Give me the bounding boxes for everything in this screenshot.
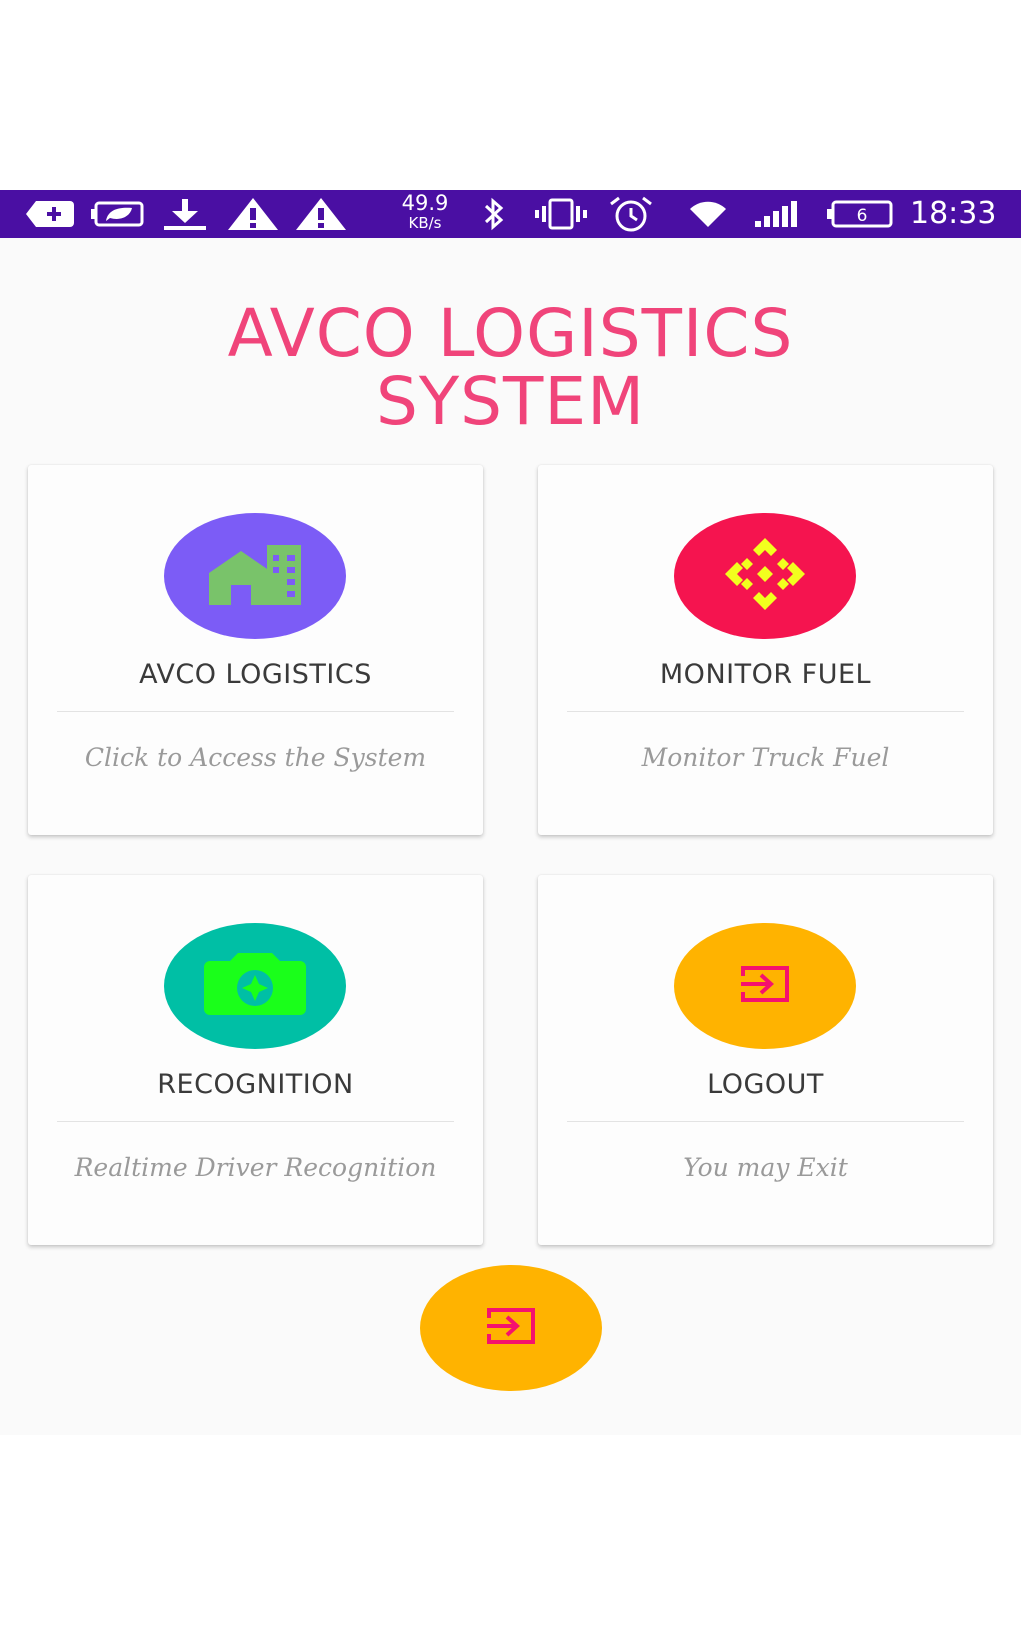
card-icon-circle bbox=[164, 513, 346, 639]
card-subtitle: Realtime Driver Recognition bbox=[74, 1153, 437, 1182]
card-icon-circle bbox=[674, 513, 856, 639]
clock: 18:33 bbox=[910, 196, 997, 231]
building-icon bbox=[207, 541, 303, 611]
bluetooth-icon bbox=[477, 190, 511, 238]
page-title: AVCO LOGISTICS SYSTEM bbox=[0, 300, 1021, 436]
logout-fab-button[interactable] bbox=[420, 1265, 602, 1391]
page-title-line-1: AVCO LOGISTICS bbox=[227, 295, 794, 372]
card-subtitle: Click to Access the System bbox=[84, 743, 427, 772]
network-speed-value: 49.9 bbox=[401, 191, 449, 215]
vibrate-icon bbox=[532, 190, 590, 238]
alarm-icon bbox=[606, 190, 656, 238]
page-title-line-2: SYSTEM bbox=[375, 363, 646, 440]
card-divider bbox=[567, 1121, 964, 1122]
download-icon bbox=[158, 190, 212, 238]
home-screen: AVCO LOGISTICS SYSTEM AVCO LOGISTICS Cli… bbox=[0, 238, 1021, 1435]
battery-icon: 6 bbox=[824, 190, 894, 238]
wifi-icon bbox=[686, 190, 730, 238]
card-monitor-fuel[interactable]: MONITOR FUEL Monitor Truck Fuel bbox=[538, 465, 993, 835]
card-subtitle: Monitor Truck Fuel bbox=[641, 743, 890, 772]
leaf-battery-icon bbox=[88, 190, 148, 238]
network-speed: 49.9 KB/s bbox=[390, 193, 460, 231]
battery-level: 6 bbox=[857, 206, 868, 226]
warning-icon bbox=[224, 190, 282, 238]
card-title: RECOGNITION bbox=[157, 1069, 354, 1100]
exit-icon bbox=[739, 964, 791, 1008]
signal-icon bbox=[752, 190, 802, 238]
card-recognition[interactable]: RECOGNITION Realtime Driver Recognition bbox=[28, 875, 483, 1245]
camera-icon bbox=[202, 951, 308, 1021]
card-title: MONITOR FUEL bbox=[659, 659, 872, 690]
plus-box-icon bbox=[22, 190, 78, 238]
card-subtitle: You may Exit bbox=[683, 1153, 848, 1182]
card-title: AVCO LOGISTICS bbox=[139, 659, 372, 690]
card-divider bbox=[567, 711, 964, 712]
exit-icon bbox=[485, 1306, 537, 1350]
status-bar: 49.9 KB/s 6 18:33 bbox=[0, 190, 1021, 238]
warning-icon bbox=[292, 190, 350, 238]
card-avco-logistics[interactable]: AVCO LOGISTICS Click to Access the Syste… bbox=[28, 465, 483, 835]
diamond-grid-icon bbox=[723, 536, 807, 616]
card-icon-circle bbox=[164, 923, 346, 1049]
card-logout[interactable]: LOGOUT You may Exit bbox=[538, 875, 993, 1245]
card-divider bbox=[57, 1121, 454, 1122]
card-title: LOGOUT bbox=[707, 1069, 824, 1100]
network-speed-unit: KB/s bbox=[408, 214, 442, 232]
card-divider bbox=[57, 711, 454, 712]
card-icon-circle bbox=[674, 923, 856, 1049]
